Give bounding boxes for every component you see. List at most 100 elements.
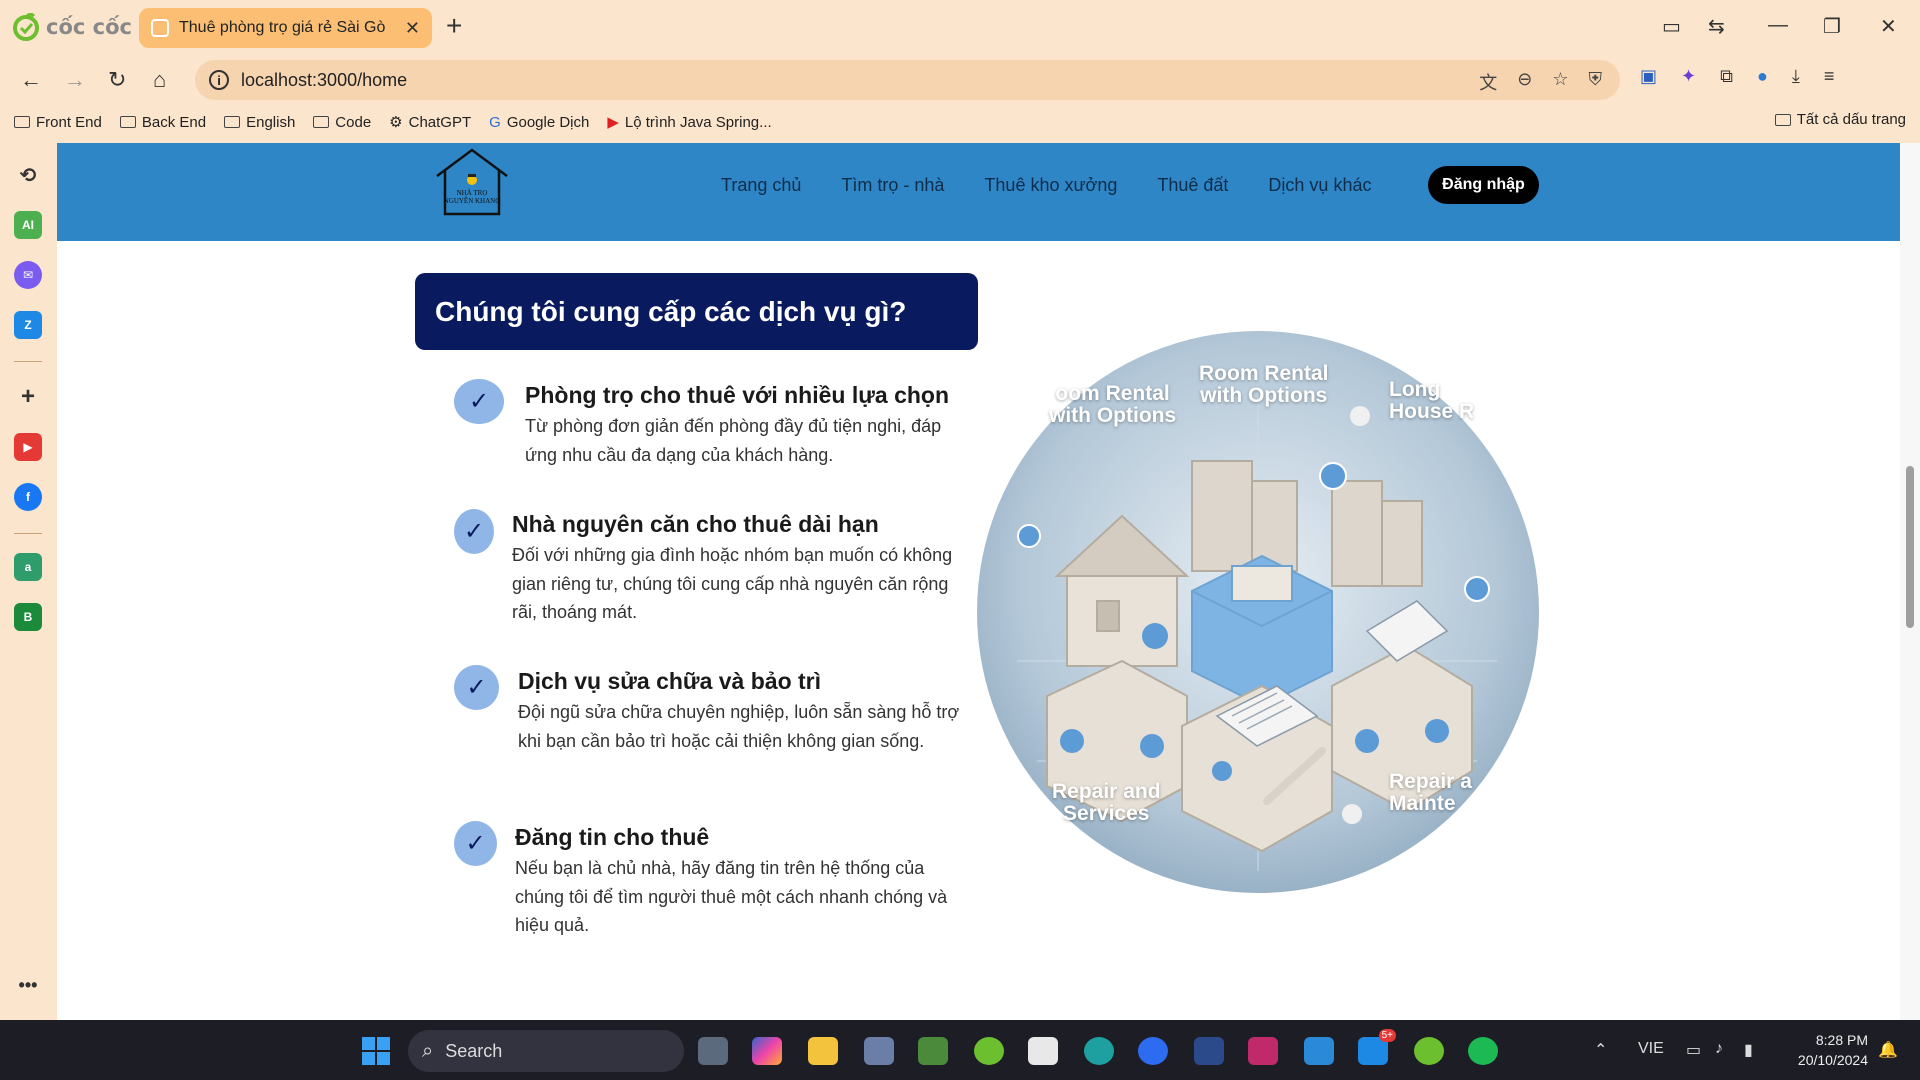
volume-icon[interactable]: ♪ — [1715, 1040, 1723, 1058]
menu-item-trang-chu[interactable]: Trang chủ — [721, 175, 801, 196]
agoda-icon[interactable]: a — [14, 553, 42, 581]
sidebar-divider — [14, 361, 42, 362]
main-menu: Trang chủ Tìm trọ - nhà Thuê kho xưởng T… — [721, 175, 1371, 196]
youtube-sidebar-icon[interactable]: ▶ — [14, 433, 42, 461]
house-logo-icon[interactable] — [431, 146, 513, 216]
clock-date: 20/10/2024 — [1797, 1052, 1868, 1068]
minimize-button[interactable]: — — [1768, 14, 1788, 37]
logo-line-1: NHÀ TRỌ — [456, 189, 488, 197]
close-tab-icon[interactable]: ✕ — [405, 18, 420, 39]
menu-item-thue-kho-xuong[interactable]: Thuê kho xưởng — [984, 175, 1117, 196]
reload-button[interactable]: ↻ — [108, 68, 126, 92]
illustration-label: Repair a Mainte — [1389, 770, 1472, 815]
tray-overflow-icon[interactable]: ⌃ — [1594, 1040, 1607, 1060]
ai-sparkle-icon[interactable]: ✦ — [1681, 66, 1696, 87]
site-info-icon[interactable]: i — [209, 70, 229, 90]
taskbar-search[interactable]: ⌕ Search — [408, 1030, 684, 1072]
coccoc-active-icon[interactable] — [1414, 1037, 1444, 1065]
facebook-icon[interactable]: f — [14, 483, 42, 511]
zoom-icon[interactable] — [1138, 1037, 1168, 1065]
page-scrollbar[interactable] — [1900, 143, 1920, 1020]
coccoc-brand[interactable]: cốc cốc — [12, 12, 132, 42]
bookmark-code[interactable]: Code — [313, 114, 371, 131]
menu-item-dich-vu-khac[interactable]: Dịch vụ khác — [1268, 175, 1371, 196]
home-button[interactable]: ⌂ — [153, 68, 166, 92]
back-button[interactable]: ← — [20, 68, 42, 92]
menu-item-tim-tro[interactable]: Tìm trọ - nhà — [841, 175, 944, 196]
scrollbar-thumb[interactable] — [1906, 466, 1914, 628]
spotify-icon[interactable] — [1468, 1037, 1498, 1065]
bookmark-google-dich[interactable]: G Google Dịch — [489, 114, 589, 131]
battery-icon[interactable]: ▮ — [1744, 1040, 1753, 1060]
shopping-app-icon[interactable]: B — [14, 603, 42, 631]
all-bookmarks[interactable]: Tất cả dấu trang — [1774, 111, 1906, 128]
translate-icon[interactable]: 文 — [1479, 69, 1497, 95]
snipping-tool-icon[interactable] — [864, 1037, 894, 1065]
house-favicon-icon — [151, 19, 169, 37]
coccoc-logo-icon — [13, 13, 39, 41]
illustration-label: Long House R — [1389, 378, 1475, 423]
bookmark-english[interactable]: English — [224, 114, 295, 131]
extensions-puzzle-icon[interactable]: ⧉ — [1720, 66, 1733, 87]
java-ide-icon[interactable] — [1194, 1037, 1224, 1065]
zalo-taskbar-icon[interactable]: 5+ — [1358, 1029, 1396, 1065]
zalo-icon[interactable]: Z — [14, 311, 42, 339]
browser-tab-active[interactable]: Thuê phòng trọ giá rẻ Sài Gò ✕ — [139, 8, 432, 48]
url-text[interactable]: localhost:3000/home — [241, 70, 407, 91]
all-bookmarks-label: Tất cả dấu trang — [1796, 111, 1906, 128]
login-button[interactable]: Đăng nhập — [1428, 166, 1539, 204]
menu-icon[interactable]: ≡ — [1824, 66, 1835, 87]
notification-badge: 5+ — [1378, 1029, 1396, 1042]
bookmark-front-end[interactable]: Front End — [14, 114, 102, 131]
zoom-out-icon[interactable]: ⊖ — [1517, 69, 1532, 95]
file-explorer-icon[interactable] — [808, 1037, 838, 1065]
notification-bell-icon[interactable]: 🔔 — [1878, 1040, 1898, 1060]
tab-search-icon[interactable]: ⇆ — [1708, 14, 1725, 39]
bookmark-star-icon[interactable]: ☆ — [1552, 69, 1568, 95]
language-indicator[interactable]: VIE — [1638, 1040, 1664, 1058]
add-sidebar-item-icon[interactable]: + — [14, 383, 42, 411]
download-icon[interactable]: ⤓ — [1792, 66, 1800, 87]
forward-button[interactable]: → — [64, 68, 86, 92]
close-window-button[interactable]: ✕ — [1880, 14, 1897, 39]
dictionary-extension-icon[interactable]: ▣ — [1640, 66, 1657, 87]
restore-button[interactable]: ❐ — [1823, 14, 1841, 39]
bookmark-chatgpt[interactable]: ⚙ ChatGPT — [389, 113, 471, 132]
network-icon[interactable]: ▭ — [1686, 1040, 1701, 1060]
messenger-icon[interactable]: ✉ — [14, 261, 42, 289]
edge-icon[interactable] — [1084, 1037, 1114, 1065]
system-clock[interactable]: 8:28 PM 20/10/2024 — [1786, 1030, 1868, 1070]
intellij-icon[interactable] — [1248, 1037, 1278, 1065]
folder-icon — [224, 116, 241, 128]
ai-chat-icon[interactable]: AI — [14, 211, 42, 239]
windows-start-icon[interactable] — [362, 1037, 390, 1065]
chatgpt-icon: ⚙ — [389, 114, 403, 131]
screenshot-icon[interactable]: ▭ — [1662, 14, 1681, 39]
bookmark-label: Code — [335, 113, 372, 131]
new-tab-button[interactable]: + — [446, 12, 462, 40]
illustration-label: Room Rental with Options — [1199, 362, 1329, 407]
check-icon: ✓ — [454, 379, 504, 424]
address-bar[interactable]: i localhost:3000/home 文 ⊖ ☆ ⛨ — [195, 60, 1620, 100]
copilot-icon[interactable] — [752, 1037, 782, 1065]
service-title: Dịch vụ sửa chữa và bảo trì — [518, 668, 822, 694]
menu-item-thue-dat[interactable]: Thuê đất — [1157, 175, 1228, 196]
clock-time: 8:28 PM — [1815, 1032, 1868, 1048]
folder-icon — [119, 116, 136, 128]
profile-avatar-icon[interactable]: ● — [1757, 66, 1768, 87]
bookmark-back-end[interactable]: Back End — [119, 114, 206, 131]
service-title: Đăng tin cho thuê — [515, 824, 710, 850]
omnibox-actions: 文 ⊖ ☆ ⛨ — [1479, 69, 1602, 95]
bookmark-java-spring[interactable]: ▶ Lộ trình Java Spring... — [607, 113, 771, 132]
check-icon: ✓ — [454, 509, 494, 554]
office-icon[interactable] — [1028, 1037, 1058, 1065]
history-icon[interactable]: ⟲ — [14, 161, 42, 189]
photos-icon[interactable] — [918, 1037, 948, 1065]
sidebar-divider — [14, 533, 42, 534]
vscode-icon[interactable] — [1304, 1037, 1334, 1065]
more-icon[interactable]: ••• — [14, 971, 42, 999]
browser-sidebar: ⟲ AI ✉ Z + ▶ f a B ••• — [0, 143, 56, 1020]
coccoc-taskbar-icon[interactable] — [974, 1037, 1004, 1065]
task-view-icon[interactable] — [698, 1037, 728, 1065]
shield-icon[interactable]: ⛨ — [1589, 69, 1603, 95]
